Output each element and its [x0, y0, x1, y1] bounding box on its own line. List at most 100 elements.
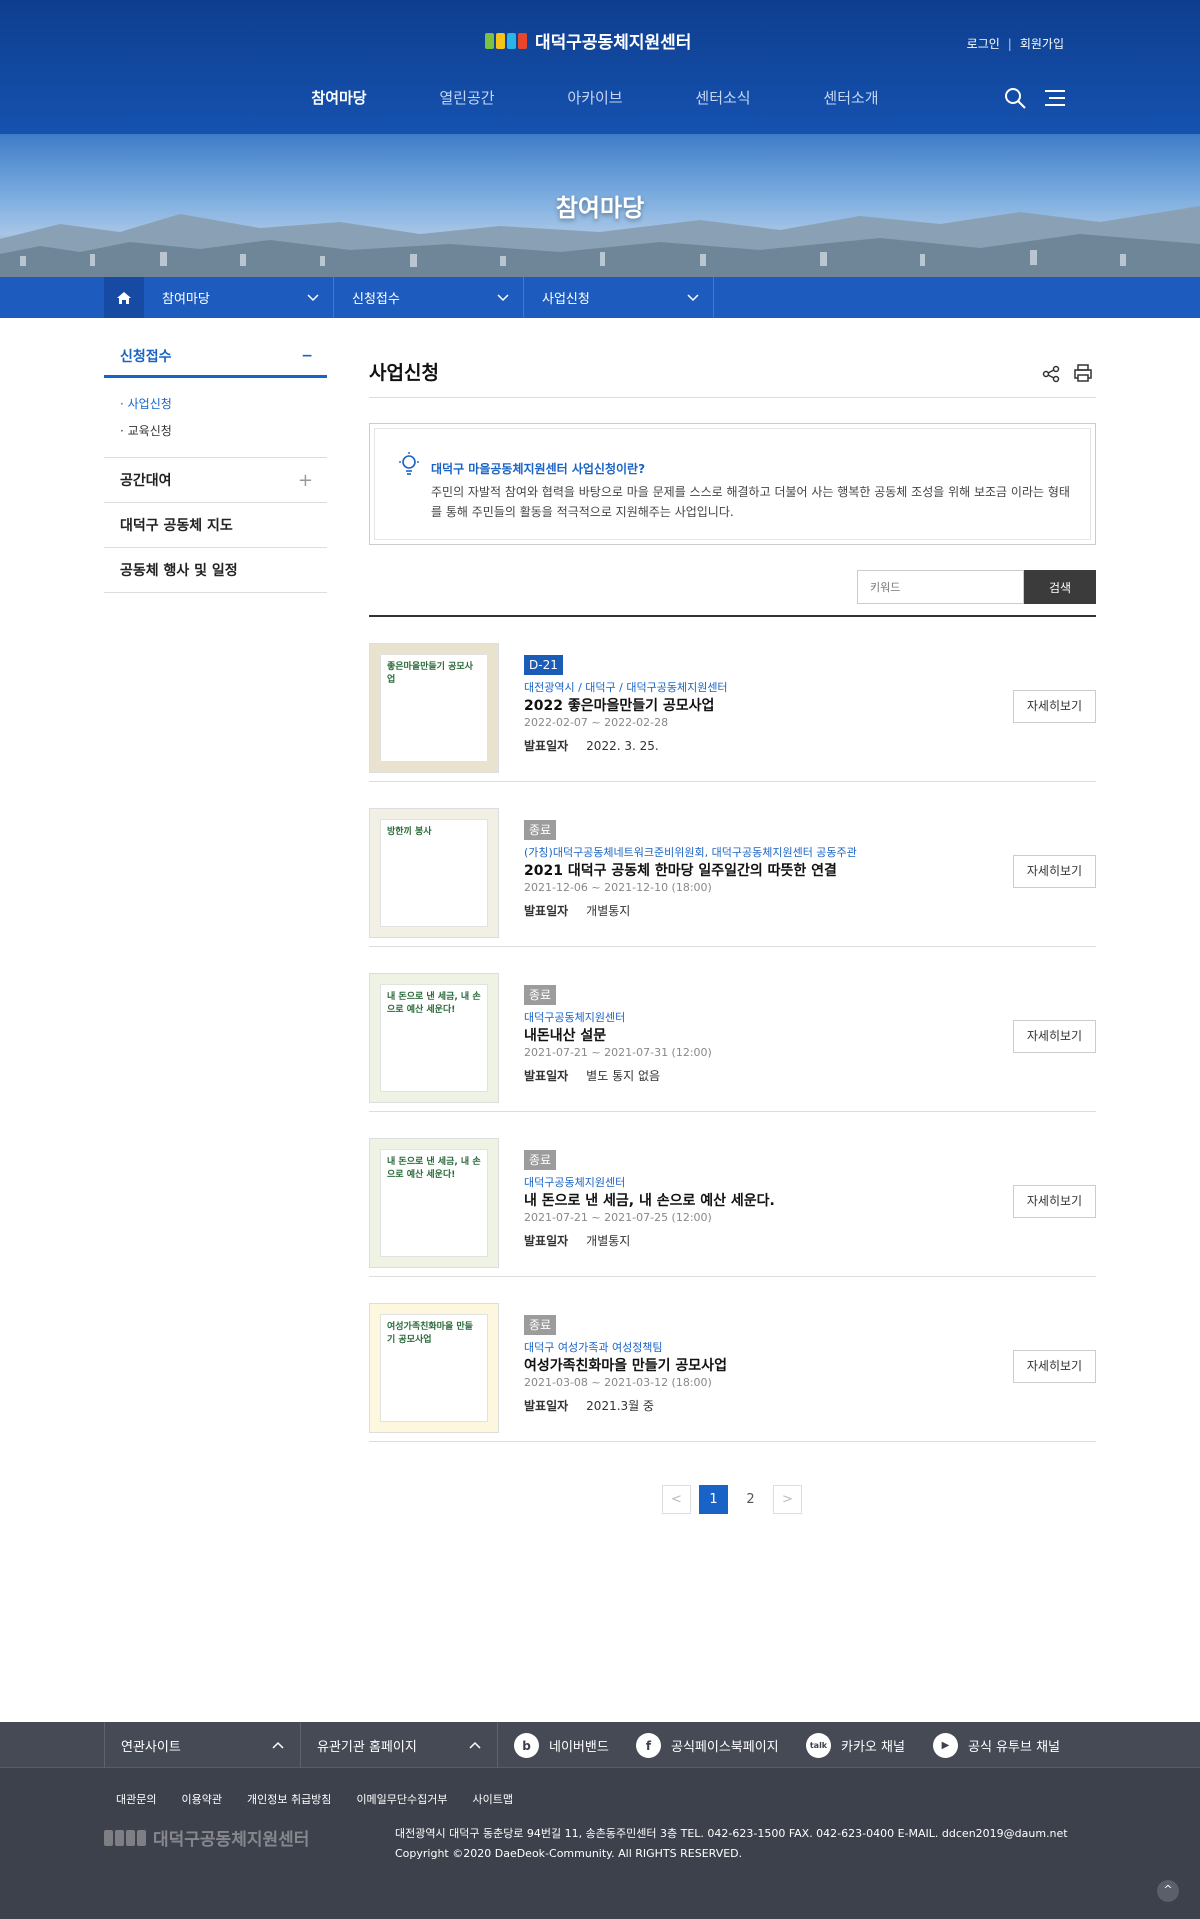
minus-icon: −	[301, 347, 313, 364]
list-item: 내 돈으로 낸 세금, 내 손으로 예산 세운다! 종료 대덕구공동체지원센터 내 돈…	[369, 1112, 1096, 1277]
sns-youtube-link[interactable]: ▶ 공식 유투브 채널	[933, 1733, 1060, 1758]
announce-value: 2021.3월 중	[586, 1399, 655, 1413]
footer-logo: 대덕구공동체지원센터	[104, 1825, 309, 1850]
announce-value: 개별통지	[586, 904, 631, 918]
share-icon[interactable]	[1042, 365, 1060, 383]
search-button[interactable]: 검색	[1024, 570, 1096, 604]
nav-item-archive[interactable]: 아카이브	[531, 87, 659, 108]
title-divider	[369, 397, 1096, 398]
scroll-top-button[interactable]: ^	[1157, 1880, 1179, 1902]
poster-thumbnail[interactable]: 내 돈으로 낸 세금, 내 손으로 예산 세운다!	[369, 1138, 499, 1268]
site-header: 대덕구공동체지원센터 로그인 | 회원가입 참여마당 열린공간 아카이브 센터소…	[0, 0, 1200, 134]
detail-button[interactable]: 자세히보기	[1013, 1185, 1096, 1218]
footer-link-rental[interactable]: 대관문의	[116, 1791, 156, 1807]
side-nav-active-group[interactable]: 신청접수 −	[104, 336, 327, 378]
side-nav-submenu: · 사업신청 · 교육신청	[104, 378, 327, 458]
location-depth1-label: 참여마당	[162, 292, 210, 307]
announce-value: 2022. 3. 25.	[586, 739, 659, 753]
sns-label: 카카오 채널	[841, 1740, 905, 1755]
side-nav-item-label: 공간대여	[120, 473, 172, 489]
nav-item-participation[interactable]: 참여마당	[275, 87, 403, 108]
next-page-button[interactable]: >	[773, 1485, 802, 1514]
detail-button[interactable]: 자세히보기	[1013, 690, 1096, 723]
facebook-icon: f	[636, 1733, 661, 1758]
info-title: 대덕구 마을공동체지원센터 사업신청이란?	[431, 462, 646, 476]
main-nav: 참여마당 열린공간 아카이브 센터소식 센터소개	[275, 87, 915, 108]
sns-facebook-link[interactable]: f 공식페이스북페이지	[636, 1733, 779, 1758]
poster-thumbnail[interactable]: 내 돈으로 낸 세금, 내 손으로 예산 세운다!	[369, 973, 499, 1103]
poster-thumbnail[interactable]: 여성가족친화마을 만들기 공모사업	[369, 1303, 499, 1433]
item-title[interactable]: 여성가족친화마을 만들기 공모사업	[524, 1355, 727, 1375]
page-title: 사업신청	[369, 362, 439, 384]
page-visual-banner: 참여마당	[0, 134, 1200, 277]
nav-item-open-space[interactable]: 열린공간	[403, 87, 531, 108]
info-text: 주민의 자발적 참여와 협력을 바탕으로 마을 문제를 스스로 해결하고 더불어…	[431, 485, 1070, 519]
announce-label: 발표일자	[524, 904, 569, 918]
kakao-talk-icon: talk	[806, 1733, 831, 1758]
nav-item-center-intro[interactable]: 센터소개	[787, 87, 915, 108]
login-link[interactable]: 로그인	[967, 35, 1000, 52]
keyword-search-input[interactable]	[857, 570, 1024, 604]
page-2-button[interactable]: 2	[736, 1485, 765, 1514]
home-icon	[117, 291, 131, 304]
pagination: < 1 2 >	[662, 1485, 802, 1514]
footer-link-terms[interactable]: 이용약관	[181, 1791, 221, 1807]
list-item: 좋은마을만들기 공모사업 D-21 대전광역시 / 대덕구 / 대덕구공동체지원센터…	[369, 617, 1096, 782]
prev-page-button[interactable]: <	[662, 1485, 691, 1514]
logo-mark-icon	[104, 1829, 146, 1846]
item-title[interactable]: 2022 좋은마을만들기 공모사업	[524, 695, 714, 715]
nav-item-center-news[interactable]: 센터소식	[659, 87, 787, 108]
signup-link[interactable]: 회원가입	[1020, 35, 1064, 52]
side-nav-sub-item[interactable]: · 사업신청	[120, 391, 327, 418]
list-item: 내 돈으로 낸 세금, 내 손으로 예산 세운다! 종료 대덕구공동체지원센터 내돈내…	[369, 947, 1096, 1112]
side-nav-item-events[interactable]: 공동체 행사 및 일정	[104, 548, 327, 593]
footer-links: 대관문의 이용약관 개인정보 취급방침 이메일무단수집거부 사이트맵	[116, 1791, 513, 1807]
related-sites-select[interactable]: 연관사이트	[104, 1722, 301, 1768]
print-icon[interactable]	[1074, 364, 1092, 382]
site-logo[interactable]: 대덕구공동체지원센터	[485, 28, 691, 53]
side-nav-sub-item[interactable]: · 교육신청	[120, 418, 327, 445]
detail-button[interactable]: 자세히보기	[1013, 1020, 1096, 1053]
footer-link-privacy[interactable]: 개인정보 취급방침	[247, 1791, 331, 1807]
page-1-button[interactable]: 1	[699, 1485, 728, 1514]
sns-kakao-link[interactable]: talk 카카오 채널	[806, 1733, 905, 1758]
sns-label: 공식페이스북페이지	[671, 1740, 779, 1755]
side-nav-item-community-map[interactable]: 대덕구 공동체 지도	[104, 503, 327, 548]
period-text: 2022-02-07 ~ 2022-02-28	[524, 716, 669, 729]
side-nav-item-space-rental[interactable]: 공간대여 +	[104, 458, 327, 503]
related-orgs-label: 유관기관 홈페이지	[317, 1739, 417, 1755]
item-title[interactable]: 내돈내산 설문	[524, 1025, 606, 1045]
location-depth3-label: 사업신청	[542, 292, 590, 307]
footer-link-email-refusal[interactable]: 이메일무단수집거부	[356, 1791, 447, 1807]
info-box: 대덕구 마을공동체지원센터 사업신청이란? 주민의 자발적 참여와 협력을 바탕…	[369, 423, 1096, 545]
location-depth1[interactable]: 참여마당	[144, 277, 334, 318]
organizer-text: 대덕구공동체지원센터	[524, 1011, 626, 1024]
organizer-text: 대전광역시 / 대덕구 / 대덕구공동체지원센터	[524, 681, 728, 694]
location-depth2[interactable]: 신청접수	[334, 277, 524, 318]
announce-date: 발표일자 2022. 3. 25.	[524, 737, 659, 754]
util-links: 로그인 | 회원가입	[967, 35, 1064, 52]
logo-text: 대덕구공동체지원센터	[535, 33, 692, 53]
location-depth3[interactable]: 사업신청	[524, 277, 714, 318]
footer-link-sitemap[interactable]: 사이트맵	[473, 1791, 513, 1807]
organizer-text: 대덕구공동체지원센터	[524, 1176, 626, 1189]
menu-icon[interactable]	[1043, 88, 1065, 108]
announce-label: 발표일자	[524, 1399, 569, 1413]
search-icon[interactable]	[1003, 86, 1027, 110]
item-title[interactable]: 2021 대덕구 공동체 한마당 일주일간의 따뜻한 연결	[524, 860, 837, 880]
period-text: 2021-03-08 ~ 2021-03-12 (18:00)	[524, 1376, 712, 1389]
poster-thumbnail[interactable]: 좋은마을만들기 공모사업	[369, 643, 499, 773]
announce-label: 발표일자	[524, 1234, 569, 1248]
sns-band-link[interactable]: b 네이버밴드	[514, 1733, 609, 1758]
youtube-icon: ▶	[933, 1733, 958, 1758]
poster-text: 내 돈으로 낸 세금, 내 손으로 예산 세운다!	[380, 984, 488, 1092]
home-button[interactable]	[104, 277, 144, 318]
poster-thumbnail[interactable]: 방한끼 봉사	[369, 808, 499, 938]
detail-button[interactable]: 자세히보기	[1013, 855, 1096, 888]
list-item: 여성가족친화마을 만들기 공모사업 종료 대덕구 여성가족과 여성정책팀 여성가족친화…	[369, 1277, 1096, 1442]
item-title[interactable]: 내 돈으로 낸 세금, 내 손으로 예산 세운다.	[524, 1190, 775, 1210]
related-orgs-select[interactable]: 유관기관 홈페이지	[301, 1722, 498, 1768]
poster-text: 방한끼 봉사	[380, 819, 488, 927]
period-text: 2021-07-21 ~ 2021-07-25 (12:00)	[524, 1211, 712, 1224]
detail-button[interactable]: 자세히보기	[1013, 1350, 1096, 1383]
